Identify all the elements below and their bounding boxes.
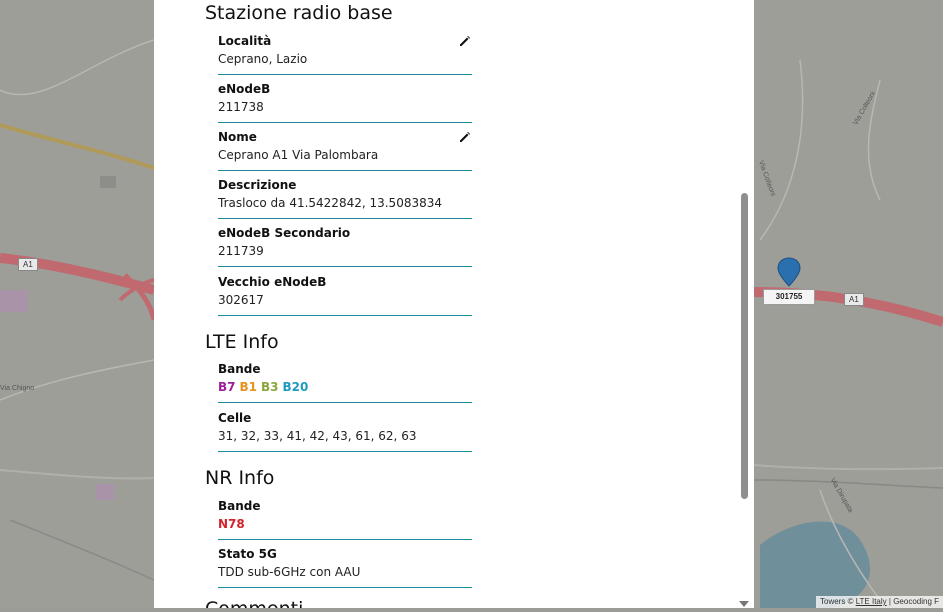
field-label: Bande bbox=[218, 362, 261, 376]
section-title-cut: Commenti bbox=[205, 598, 303, 608]
field-label: Stato 5G bbox=[218, 547, 277, 561]
field-localita: Località Ceprano, Lazio bbox=[218, 34, 472, 75]
field-label: Celle bbox=[218, 411, 252, 425]
field-value: TDD sub-6GHz con AAU bbox=[218, 565, 361, 579]
field-value: Trasloco da 41.5422842, 13.5083834 bbox=[218, 196, 443, 210]
section-title-nr: NR Info bbox=[205, 467, 275, 489]
marker-label[interactable]: 301755 bbox=[763, 289, 815, 305]
field-label: Nome bbox=[218, 130, 257, 144]
scroll-down-arrow-icon[interactable] bbox=[739, 601, 749, 607]
field-vecchio-enodeb: Vecchio eNodeB 302617 bbox=[218, 275, 472, 316]
field-label: Descrizione bbox=[218, 178, 297, 192]
road-shield-a1-left: A1 bbox=[18, 258, 38, 271]
band-b3: B3 bbox=[261, 380, 279, 394]
edit-pencil-icon[interactable] bbox=[458, 130, 472, 144]
field-nr-bande: Bande N78 bbox=[218, 499, 472, 540]
road-shield-a1-right: A1 bbox=[844, 293, 864, 306]
tower-marker-icon[interactable] bbox=[776, 257, 802, 287]
attribution-link[interactable]: LTE Italy bbox=[856, 597, 887, 606]
station-info-panel: Stazione radio base Località Ceprano, La… bbox=[154, 0, 754, 608]
street-label: Via Chigno bbox=[0, 385, 35, 392]
scrollbar-thumb[interactable] bbox=[741, 193, 748, 499]
field-value: 211738 bbox=[218, 100, 264, 114]
attribution-prefix: Towers © bbox=[820, 597, 856, 606]
field-label: eNodeB Secondario bbox=[218, 226, 351, 240]
field-nome: Nome Ceprano A1 Via Palombara bbox=[218, 130, 472, 171]
field-enodeb-secondario: eNodeB Secondario 211739 bbox=[218, 226, 472, 267]
band-b7: B7 bbox=[218, 380, 236, 394]
panel-scrollbar[interactable] bbox=[738, 0, 753, 608]
section-title-lte: LTE Info bbox=[205, 331, 279, 353]
field-stato-5g: Stato 5G TDD sub-6GHz con AAU bbox=[218, 547, 472, 588]
field-value: 31, 32, 33, 41, 42, 43, 61, 62, 63 bbox=[218, 429, 417, 443]
field-value: 211739 bbox=[218, 244, 264, 258]
band-b1: B1 bbox=[239, 380, 258, 394]
map-attribution: Towers © LTE Italy | Geocoding F bbox=[816, 596, 943, 608]
field-label: Località bbox=[218, 34, 272, 48]
field-value: Ceprano A1 Via Palombara bbox=[218, 148, 379, 162]
attribution-suffix: | Geocoding F bbox=[886, 597, 939, 606]
section-title-station: Stazione radio base bbox=[205, 2, 393, 24]
band-list: B7 B1 B3 B20 bbox=[218, 380, 312, 394]
field-label: eNodeB bbox=[218, 82, 271, 96]
band-list: N78 bbox=[218, 517, 249, 531]
field-celle: Celle 31, 32, 33, 41, 42, 43, 61, 62, 63 bbox=[218, 411, 472, 452]
field-lte-bande: Bande B7 B1 B3 B20 bbox=[218, 362, 472, 403]
edit-pencil-icon[interactable] bbox=[458, 34, 472, 48]
field-descrizione: Descrizione Trasloco da 41.5422842, 13.5… bbox=[218, 178, 472, 219]
band-n78: N78 bbox=[218, 517, 245, 531]
field-label: Vecchio eNodeB bbox=[218, 275, 327, 289]
band-b20: B20 bbox=[282, 380, 309, 394]
field-value: 302617 bbox=[218, 293, 264, 307]
field-label: Bande bbox=[218, 499, 261, 513]
field-value: Ceprano, Lazio bbox=[218, 52, 308, 66]
field-enodeb: eNodeB 211738 bbox=[218, 82, 472, 123]
